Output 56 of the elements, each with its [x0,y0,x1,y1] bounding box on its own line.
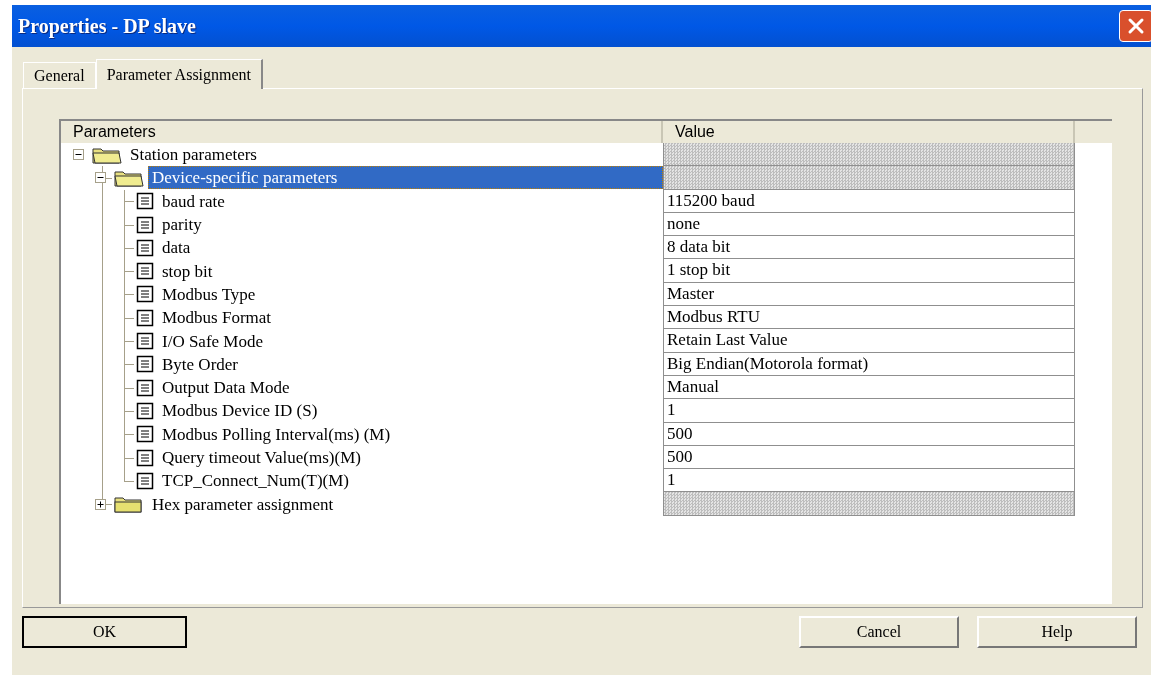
document-icon [135,448,155,467]
tab[interactable]: General [23,62,96,88]
open-folder-icon [91,145,123,164]
tree-item[interactable]: Station parameters [126,143,261,167]
dialog-button[interactable]: Help [977,616,1137,648]
document-icon [135,215,155,234]
folder-icon [113,495,145,514]
document-icon [135,192,155,211]
dialog-button[interactable]: Cancel [799,616,959,648]
tab[interactable]: Parameter Assignment [95,59,264,89]
document-icon [135,425,155,444]
value-cell[interactable]: none [663,212,1075,237]
value-cell[interactable]: 1 stop bit [663,259,1075,283]
tree-item[interactable]: Modbus Format [158,306,276,330]
document-icon [135,285,155,304]
document-icon [135,238,155,257]
tree-item[interactable]: I/O Safe Mode [158,329,268,353]
value-cell[interactable]: 500 [663,422,1075,446]
value-cell[interactable]: Big Endian(Motorola format) [663,352,1075,376]
tree-item[interactable]: data [158,236,195,260]
open-folder-icon [113,168,145,187]
tree-item[interactable]: stop bit [158,259,217,283]
document-icon [135,355,155,374]
tree-item[interactable]: TCP_Connect_Num(T)(M) [158,469,353,493]
value-cell[interactable]: Master [663,282,1075,307]
close-button[interactable] [1119,10,1151,42]
document-icon [135,471,155,490]
expand-toggle-icon[interactable] [72,149,84,161]
expand-toggle-icon[interactable] [94,498,106,510]
tree-item[interactable]: Hex parameter assignment [148,492,338,516]
value-cell[interactable]: Modbus RTU [663,306,1075,330]
tree-item[interactable]: baud rate [158,189,229,213]
value-cell[interactable]: Manual [663,375,1075,400]
value-cell[interactable]: Retain Last Value [663,329,1075,353]
tree-item[interactable]: Query timeout Value(ms)(M) [158,446,365,469]
tree-item[interactable]: Output Data Mode [158,376,294,400]
tree-item[interactable]: Modbus Type [158,282,260,306]
dialog-button[interactable]: OK [22,616,187,648]
document-icon [135,308,155,327]
value-cell[interactable]: 1 [663,399,1075,423]
column-header[interactable]: Parameters [61,121,663,143]
document-icon [135,262,155,281]
tree-item[interactable]: Byte Order [158,352,242,376]
document-icon [135,401,155,420]
tree-item[interactable]: parity [158,213,206,237]
tree-item[interactable]: Modbus Device ID (S) [158,399,322,423]
tree-item[interactable]: Device-specific parameters [148,166,663,190]
window-title: Properties - DP slave [18,14,196,38]
document-icon [135,332,155,350]
document-icon [135,378,155,397]
value-cell[interactable]: 500 [663,445,1075,470]
value-cell[interactable]: 115200 baud [663,189,1075,213]
expand-toggle-icon[interactable] [94,172,106,184]
close-icon [1127,17,1145,35]
value-cell[interactable]: 8 data bit [663,236,1075,260]
tree-item[interactable]: Modbus Polling Interval(ms) (M) [158,422,395,446]
